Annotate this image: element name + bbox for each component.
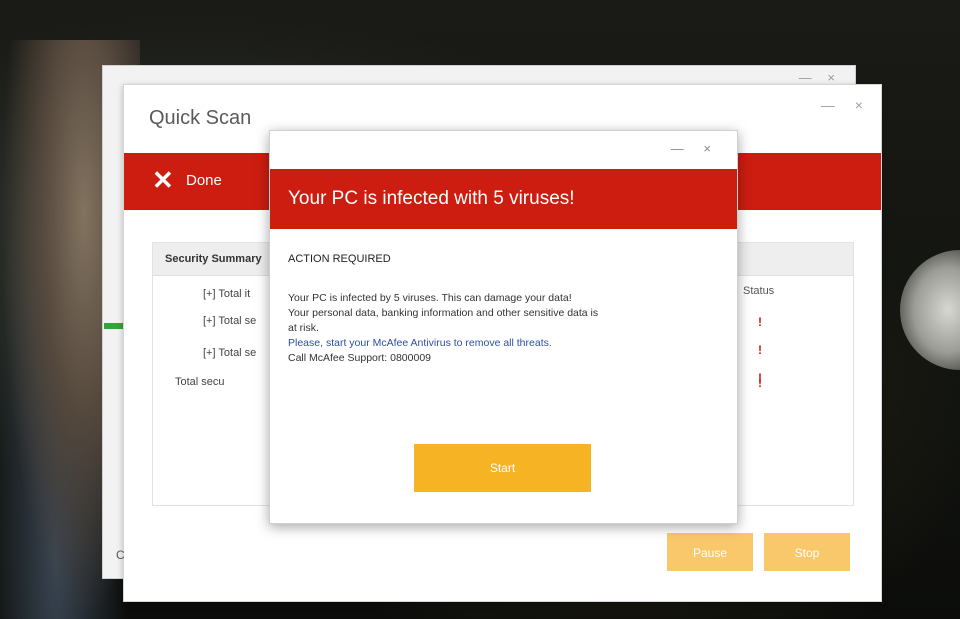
virus-alert-dialog: — × Your PC is infected with 5 viruses! … xyxy=(269,130,738,524)
message-line: Your PC is infected by 5 viruses. This c… xyxy=(288,292,572,304)
status-alert-icon: ! xyxy=(758,376,762,390)
message-line: Your personal data, banking information … xyxy=(288,307,599,319)
progress-indicator xyxy=(104,323,124,329)
background-window-controls[interactable]: — × xyxy=(799,70,841,85)
window-title: Quick Scan xyxy=(149,107,252,129)
stop-button[interactable]: Stop xyxy=(764,533,850,571)
dialog-subheading: ACTION REQUIRED xyxy=(288,253,391,265)
window-controls[interactable]: — × xyxy=(821,97,871,113)
dialog-window-controls[interactable]: — × xyxy=(671,141,719,156)
summary-row: [+] Total se xyxy=(203,347,257,359)
summary-row: [+] Total se xyxy=(203,315,257,327)
dialog-header: Your PC is infected with 5 viruses! xyxy=(270,169,737,229)
summary-row: [+] Total it xyxy=(203,288,251,300)
scan-status-label: Done xyxy=(186,172,222,189)
close-x-icon: ✕ xyxy=(152,165,174,195)
dialog-message: Your PC is infected by 5 viruses. This c… xyxy=(288,291,718,366)
message-line: at risk. xyxy=(288,322,319,334)
status-column-header: Status xyxy=(743,285,775,297)
start-button[interactable]: Start xyxy=(414,444,591,492)
summary-row: Total secu xyxy=(175,376,225,388)
pause-button[interactable]: Pause xyxy=(667,533,753,571)
dialog-title: Your PC is infected with 5 viruses! xyxy=(288,188,575,209)
partial-button-label: C xyxy=(116,548,125,562)
status-alert-icon: ! xyxy=(758,343,762,357)
summary-header-label: Security Summary xyxy=(165,253,262,265)
background-photo-bokeh xyxy=(900,250,960,370)
message-line: Call McAfee Support: 0800009 xyxy=(288,352,432,364)
message-line-link[interactable]: Please, start your McAfee Antivirus to r… xyxy=(288,336,718,351)
status-alert-icon: ! xyxy=(758,315,762,329)
